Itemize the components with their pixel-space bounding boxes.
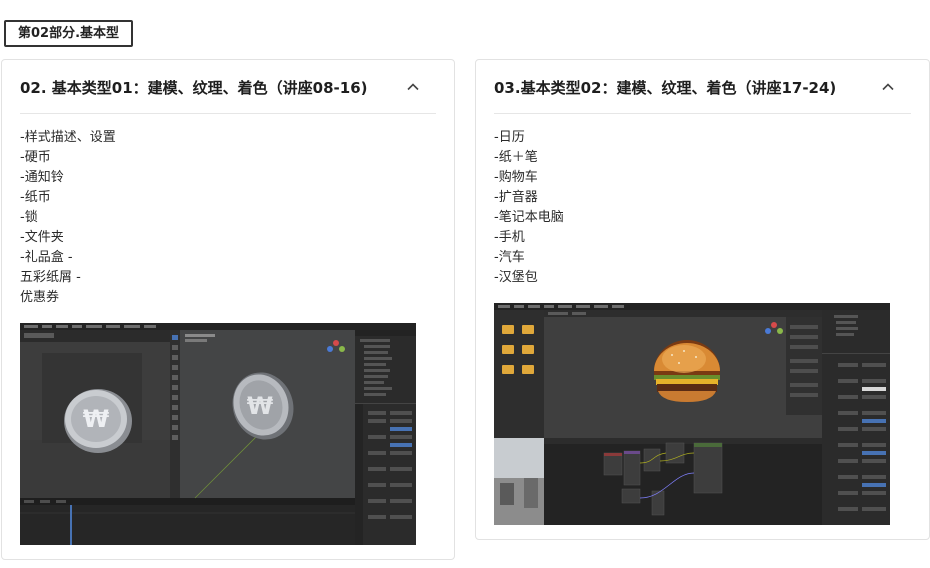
list-item: -文件夹 xyxy=(20,230,64,245)
chevron-up-icon[interactable] xyxy=(406,80,420,94)
list-item: -硬币 xyxy=(20,150,51,165)
chevron-up-icon[interactable] xyxy=(881,80,895,94)
list-item: -样式描述、设置 xyxy=(20,130,116,145)
list-item: -汽车 xyxy=(494,250,525,265)
card-title: 02. 基本类型01：建模、纹理、着色（讲座08-16) xyxy=(20,79,368,97)
list-item: -日历 xyxy=(494,130,525,145)
blender-burger-screenshot xyxy=(494,303,890,525)
list-item: -礼品盒 - xyxy=(20,250,73,265)
blender-coin-screenshot: ₩ ₩ xyxy=(20,323,416,545)
list-item: -笔记本电脑 xyxy=(494,210,564,225)
lecture-list: -日历 -纸＋笔 -购物车 -扩音器 -笔记本电脑 -手机 -汽车 -汉堡包 xyxy=(494,128,564,288)
svg-text:₩: ₩ xyxy=(247,392,274,420)
list-item: -通知铃 xyxy=(20,170,64,185)
list-item: 优惠券 xyxy=(20,290,60,305)
svg-text:₩: ₩ xyxy=(83,405,110,433)
list-item: -纸＋笔 xyxy=(494,150,538,165)
course-card-basic-01: 02. 基本类型01：建模、纹理、着色（讲座08-16) -样式描述、设置 -硬… xyxy=(1,59,455,560)
section-tag: 第02部分.基本型 xyxy=(4,20,134,47)
card-header[interactable]: 03.基本类型02：建模、纹理、着色（讲座17-24) xyxy=(494,60,911,114)
course-card-basic-02: 03.基本类型02：建模、纹理、着色（讲座17-24) -日历 -纸＋笔 -购物… xyxy=(475,59,930,540)
list-item: -纸币 xyxy=(20,190,51,205)
card-title: 03.基本类型02：建模、纹理、着色（讲座17-24) xyxy=(494,79,837,97)
list-item: 五彩纸屑 - xyxy=(20,270,81,285)
lecture-list: -样式描述、设置 -硬币 -通知铃 -纸币 -锁 -文件夹 -礼品盒 - 五彩纸… xyxy=(20,128,116,308)
list-item: -汉堡包 xyxy=(494,270,538,285)
card-header[interactable]: 02. 基本类型01：建模、纹理、着色（讲座08-16) xyxy=(20,60,436,114)
list-item: -购物车 xyxy=(494,170,538,185)
list-item: -手机 xyxy=(494,230,525,245)
list-item: -扩音器 xyxy=(494,190,538,205)
list-item: -锁 xyxy=(20,210,38,225)
